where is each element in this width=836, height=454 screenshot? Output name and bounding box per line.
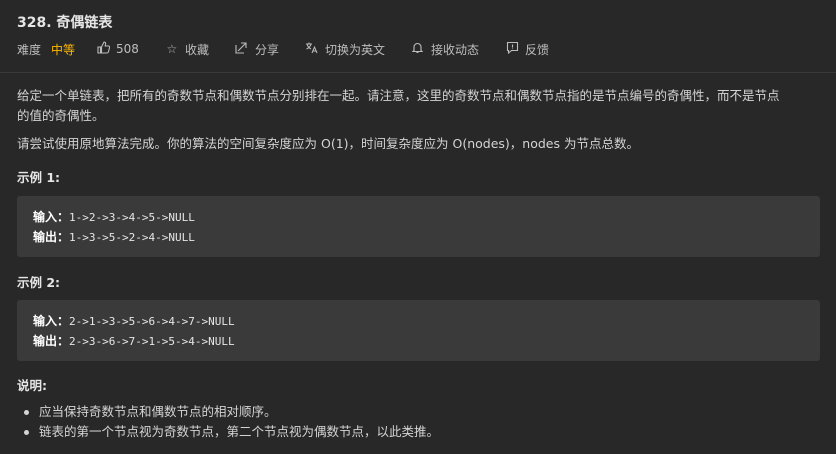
share-icon bbox=[235, 41, 249, 57]
notes-list: 应当保持奇数节点和偶数节点的相对顺序。 链表的第一个节点视为奇数节点，第二个节点… bbox=[17, 402, 439, 442]
input-label: 输入： bbox=[33, 210, 70, 224]
description-line-2: 的值的奇偶性。 bbox=[17, 108, 105, 123]
list-item: 应当保持奇数节点和偶数节点的相对顺序。 bbox=[23, 402, 439, 422]
description-paragraph-1: 给定一个单链表，把所有的奇数节点和偶数节点分别排在一起。请注意，这里的奇数节点和… bbox=[17, 86, 822, 126]
problem-title: 328. 奇偶链表 bbox=[17, 15, 113, 31]
example-2-code-block: 输入：2->1->3->5->6->4->7->NULL 输出：2->3->6-… bbox=[17, 300, 820, 361]
feedback-button[interactable]: 反馈 bbox=[505, 41, 549, 58]
example-1-heading: 示例 1: bbox=[17, 170, 61, 185]
difficulty-badge: 中等 bbox=[51, 42, 76, 57]
star-icon: ☆ bbox=[166, 42, 178, 56]
translate-icon bbox=[305, 41, 319, 57]
example-1-code-block: 输入：1->2->3->4->5->NULL 输出：1->3->5->2->4-… bbox=[17, 196, 820, 257]
like-button[interactable]: 508 bbox=[96, 41, 139, 57]
share-label: 分享 bbox=[254, 42, 279, 57]
notify-label: 接收动态 bbox=[430, 42, 479, 57]
example-1-output: 1->3->5->2->4->NULL bbox=[69, 231, 195, 244]
favorite-label: 收藏 bbox=[184, 42, 209, 57]
problem-meta-bar: 难度 中等 508 ☆ 收藏 分享 切换为英文 接收动态 反馈 bbox=[17, 40, 549, 58]
bell-icon bbox=[411, 41, 425, 57]
notes-heading: 说明: bbox=[17, 378, 47, 393]
feedback-icon bbox=[505, 41, 519, 57]
difficulty-label: 难度 bbox=[17, 42, 42, 57]
example-2-input: 2->1->3->5->6->4->7->NULL bbox=[69, 315, 235, 328]
share-button[interactable]: 分享 bbox=[235, 41, 279, 58]
like-count: 508 bbox=[116, 42, 139, 56]
output-label: 输出： bbox=[33, 230, 70, 244]
example-1-input: 1->2->3->4->5->NULL bbox=[69, 211, 195, 224]
example-1-input-line: 输入：1->2->3->4->5->NULL bbox=[33, 208, 195, 225]
header-divider bbox=[0, 72, 836, 73]
example-2-heading: 示例 2: bbox=[17, 275, 61, 290]
input-label: 输入： bbox=[33, 314, 70, 328]
notify-button[interactable]: 接收动态 bbox=[411, 41, 479, 58]
list-item: 链表的第一个节点视为奇数节点，第二个节点视为偶数节点，以此类推。 bbox=[23, 422, 439, 442]
output-label: 输出： bbox=[33, 334, 70, 348]
example-2-output: 2->3->6->7->1->5->4->NULL bbox=[69, 335, 235, 348]
difficulty: 难度 中等 bbox=[17, 41, 75, 58]
example-1-output-line: 输出：1->3->5->2->4->NULL bbox=[33, 228, 195, 245]
feedback-label: 反馈 bbox=[525, 42, 550, 57]
favorite-button[interactable]: ☆ 收藏 bbox=[165, 41, 209, 58]
switch-language-label: 切换为英文 bbox=[324, 42, 385, 57]
description-paragraph-2: 请尝试使用原地算法完成。你的算法的空间复杂度应为 O(1)，时间复杂度应为 O(… bbox=[17, 136, 639, 151]
example-2-output-line: 输出：2->3->6->7->1->5->4->NULL bbox=[33, 332, 235, 349]
description-line-1: 给定一个单链表，把所有的奇数节点和偶数节点分别排在一起。请注意，这里的奇数节点和… bbox=[17, 88, 780, 103]
thumbs-up-icon bbox=[96, 41, 110, 57]
switch-language-button[interactable]: 切换为英文 bbox=[305, 41, 385, 58]
example-2-input-line: 输入：2->1->3->5->6->4->7->NULL bbox=[33, 312, 235, 329]
